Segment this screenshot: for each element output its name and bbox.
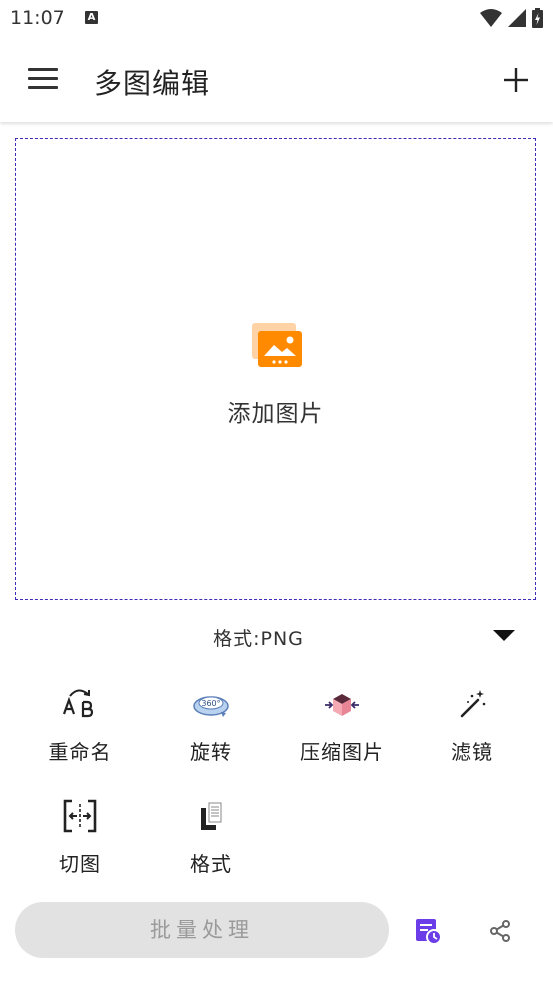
magic-wand-icon: [460, 690, 486, 718]
rename-ab-icon: [62, 689, 94, 718]
batch-process-button[interactable]: 批量处理: [15, 902, 389, 958]
share-icon[interactable]: [488, 919, 512, 943]
svg-text:360°: 360°: [201, 699, 220, 708]
format-selector[interactable]: 格式:PNG: [0, 620, 553, 654]
tool-format[interactable]: 格式: [151, 798, 271, 888]
dropdown-arrow-icon[interactable]: [493, 630, 515, 641]
compress-box-icon: [325, 694, 359, 716]
hamburger-menu-icon[interactable]: [28, 68, 58, 92]
crop-split-icon: [63, 799, 97, 833]
tool-label: 旋转: [190, 740, 232, 764]
add-image-dropzone[interactable]: 添加图片: [15, 138, 536, 600]
format-document-icon: [201, 802, 222, 830]
app-bar: 多图编辑: [0, 38, 553, 122]
bottom-bar: 批量处理: [0, 902, 553, 962]
notification-a-icon: A: [85, 11, 98, 24]
status-time: 11:07: [10, 7, 65, 29]
wifi-icon: [480, 9, 502, 27]
add-image-icon: [252, 323, 302, 367]
status-bar: 11:07 A: [0, 0, 553, 38]
history-icon[interactable]: [414, 917, 442, 945]
page-title: 多图编辑: [94, 67, 211, 100]
add-image-label: 添加图片: [227, 401, 324, 427]
tool-crop[interactable]: 切图: [20, 798, 140, 888]
tool-rename[interactable]: 重命名: [20, 686, 140, 776]
tool-label: 重命名: [48, 740, 112, 764]
format-label: 格式:PNG: [213, 628, 304, 650]
tool-label: 压缩图片: [300, 740, 384, 764]
plus-icon[interactable]: [500, 64, 532, 96]
tool-label: 切图: [59, 852, 101, 876]
tool-rotate[interactable]: 360° 旋转: [151, 686, 271, 776]
status-icons: [480, 8, 543, 28]
rotate-360-icon: 360°: [193, 696, 229, 717]
signal-icon: [508, 9, 526, 27]
battery-icon: [532, 8, 543, 28]
tool-label: 格式: [190, 852, 232, 876]
tool-label: 滤镜: [451, 740, 493, 764]
tool-filter[interactable]: 滤镜: [412, 686, 532, 776]
tool-compress[interactable]: 压缩图片: [282, 686, 402, 776]
